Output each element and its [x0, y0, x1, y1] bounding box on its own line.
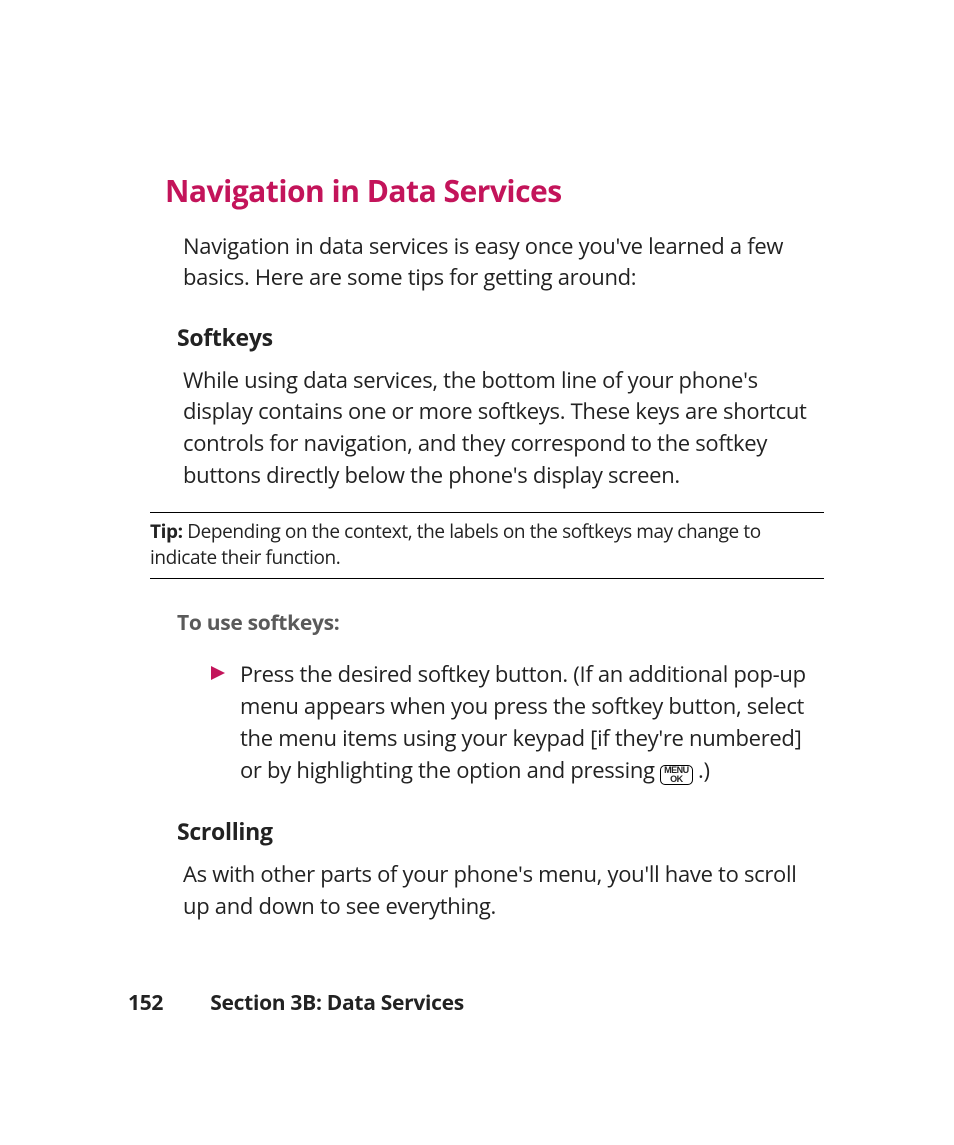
- bullet-text-before: Press the desired softkey button. (If an…: [240, 659, 806, 785]
- section-label: Section 3B: Data Services: [210, 989, 464, 1017]
- key-line-2: OK: [664, 775, 689, 784]
- tip-callout: Tip: Depending on the context, the label…: [150, 512, 824, 579]
- document-page: Navigation in Data Services Navigation i…: [0, 0, 954, 1145]
- softkeys-heading: Softkeys: [177, 321, 824, 353]
- scrolling-paragraph: As with other parts of your phone's menu…: [183, 859, 824, 923]
- bullet-text-after: .): [693, 755, 710, 785]
- tip-label: Tip:: [150, 518, 183, 544]
- scrolling-heading: Scrolling: [177, 815, 824, 847]
- page-number: 152: [128, 989, 163, 1017]
- bullet-item: Press the desired softkey button. (If an…: [210, 659, 824, 787]
- menu-ok-key-icon: MENU OK: [660, 765, 693, 785]
- intro-paragraph: Navigation in data services is easy once…: [183, 231, 824, 293]
- tip-body: Depending on the context, the labels on …: [150, 518, 761, 570]
- page-footer: 152 Section 3B: Data Services: [128, 989, 464, 1017]
- bullet-text: Press the desired softkey button. (If an…: [240, 659, 824, 787]
- softkeys-paragraph: While using data services, the bottom li…: [183, 365, 824, 493]
- page-title: Navigation in Data Services: [165, 170, 824, 211]
- instruction-heading: To use softkeys:: [177, 609, 824, 637]
- triangle-right-icon: [210, 665, 226, 681]
